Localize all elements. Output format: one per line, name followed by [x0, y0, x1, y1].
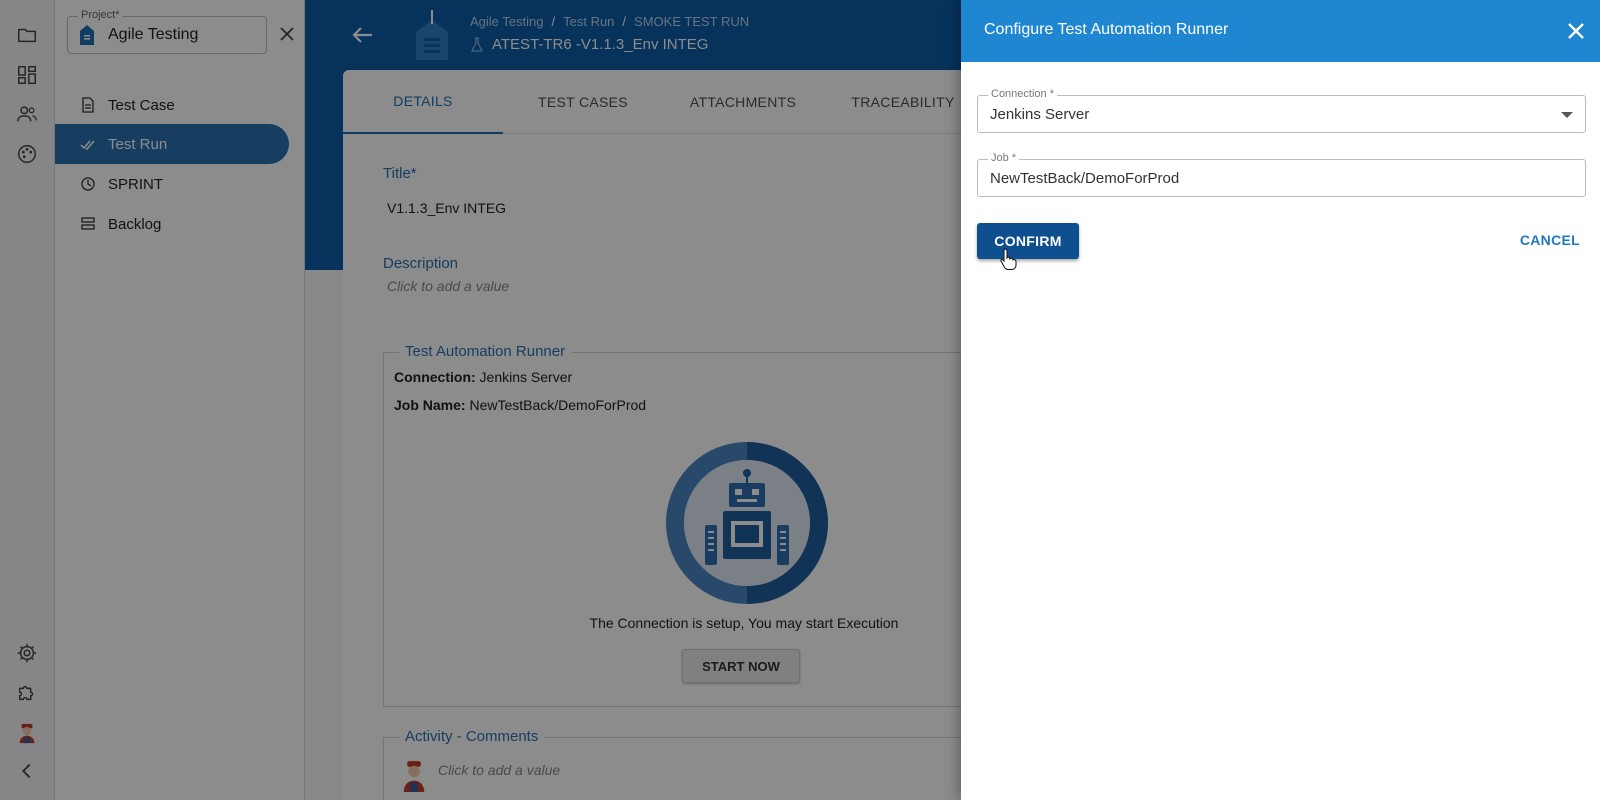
hand-cursor-icon: [1000, 248, 1017, 270]
connection-select-value: Jenkins Server: [990, 106, 1090, 123]
chevron-down-icon[interactable]: [1561, 112, 1573, 118]
drawer-header: Configure Test Automation Runner: [961, 0, 1600, 62]
cancel-button[interactable]: CANCEL: [1520, 232, 1580, 248]
drawer-title: Configure Test Automation Runner: [984, 21, 1229, 38]
configure-runner-drawer: Configure Test Automation Runner Connect…: [961, 0, 1600, 800]
job-label: Job *: [988, 152, 1020, 164]
job-input-value: NewTestBack/DemoForProd: [990, 170, 1180, 187]
connection-label: Connection *: [988, 88, 1057, 100]
close-icon[interactable]: [1564, 19, 1588, 43]
job-input[interactable]: Job * NewTestBack/DemoForProd: [977, 152, 1586, 197]
connection-select[interactable]: Connection * Jenkins Server: [977, 88, 1586, 133]
confirm-button[interactable]: CONFIRM: [977, 223, 1079, 259]
